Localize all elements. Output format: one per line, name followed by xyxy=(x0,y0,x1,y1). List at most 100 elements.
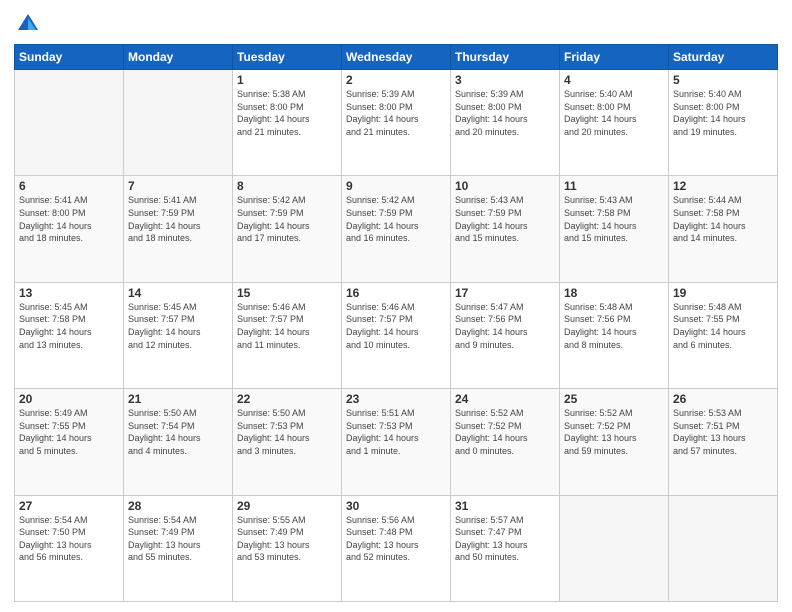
day-number: 15 xyxy=(237,286,337,300)
day-number: 8 xyxy=(237,179,337,193)
day-number: 18 xyxy=(564,286,664,300)
day-number: 13 xyxy=(19,286,119,300)
day-number: 23 xyxy=(346,392,446,406)
calendar-header-saturday: Saturday xyxy=(669,45,778,70)
calendar-cell xyxy=(15,70,124,176)
day-info: Sunrise: 5:39 AM Sunset: 8:00 PM Dayligh… xyxy=(455,88,555,138)
calendar-cell: 30Sunrise: 5:56 AM Sunset: 7:48 PM Dayli… xyxy=(342,495,451,601)
calendar-cell: 25Sunrise: 5:52 AM Sunset: 7:52 PM Dayli… xyxy=(560,389,669,495)
day-info: Sunrise: 5:38 AM Sunset: 8:00 PM Dayligh… xyxy=(237,88,337,138)
calendar-cell: 23Sunrise: 5:51 AM Sunset: 7:53 PM Dayli… xyxy=(342,389,451,495)
day-info: Sunrise: 5:56 AM Sunset: 7:48 PM Dayligh… xyxy=(346,514,446,564)
header xyxy=(14,10,778,38)
calendar-week-1: 1Sunrise: 5:38 AM Sunset: 8:00 PM Daylig… xyxy=(15,70,778,176)
day-number: 22 xyxy=(237,392,337,406)
day-number: 14 xyxy=(128,286,228,300)
calendar-cell: 24Sunrise: 5:52 AM Sunset: 7:52 PM Dayli… xyxy=(451,389,560,495)
day-number: 31 xyxy=(455,499,555,513)
day-info: Sunrise: 5:48 AM Sunset: 7:56 PM Dayligh… xyxy=(564,301,664,351)
calendar-cell: 15Sunrise: 5:46 AM Sunset: 7:57 PM Dayli… xyxy=(233,282,342,388)
day-number: 30 xyxy=(346,499,446,513)
calendar-cell: 19Sunrise: 5:48 AM Sunset: 7:55 PM Dayli… xyxy=(669,282,778,388)
calendar-cell: 3Sunrise: 5:39 AM Sunset: 8:00 PM Daylig… xyxy=(451,70,560,176)
day-info: Sunrise: 5:40 AM Sunset: 8:00 PM Dayligh… xyxy=(564,88,664,138)
day-number: 21 xyxy=(128,392,228,406)
calendar-cell: 20Sunrise: 5:49 AM Sunset: 7:55 PM Dayli… xyxy=(15,389,124,495)
calendar-cell: 4Sunrise: 5:40 AM Sunset: 8:00 PM Daylig… xyxy=(560,70,669,176)
day-info: Sunrise: 5:55 AM Sunset: 7:49 PM Dayligh… xyxy=(237,514,337,564)
calendar-cell: 17Sunrise: 5:47 AM Sunset: 7:56 PM Dayli… xyxy=(451,282,560,388)
calendar-cell: 2Sunrise: 5:39 AM Sunset: 8:00 PM Daylig… xyxy=(342,70,451,176)
day-info: Sunrise: 5:43 AM Sunset: 7:59 PM Dayligh… xyxy=(455,194,555,244)
calendar-week-3: 13Sunrise: 5:45 AM Sunset: 7:58 PM Dayli… xyxy=(15,282,778,388)
calendar-cell: 13Sunrise: 5:45 AM Sunset: 7:58 PM Dayli… xyxy=(15,282,124,388)
calendar-cell xyxy=(124,70,233,176)
day-number: 3 xyxy=(455,73,555,87)
calendar-header-row: SundayMondayTuesdayWednesdayThursdayFrid… xyxy=(15,45,778,70)
day-info: Sunrise: 5:52 AM Sunset: 7:52 PM Dayligh… xyxy=(564,407,664,457)
day-info: Sunrise: 5:42 AM Sunset: 7:59 PM Dayligh… xyxy=(346,194,446,244)
day-info: Sunrise: 5:46 AM Sunset: 7:57 PM Dayligh… xyxy=(237,301,337,351)
day-info: Sunrise: 5:40 AM Sunset: 8:00 PM Dayligh… xyxy=(673,88,773,138)
calendar-header-friday: Friday xyxy=(560,45,669,70)
day-number: 11 xyxy=(564,179,664,193)
day-number: 25 xyxy=(564,392,664,406)
calendar-cell xyxy=(669,495,778,601)
day-number: 19 xyxy=(673,286,773,300)
calendar-cell: 12Sunrise: 5:44 AM Sunset: 7:58 PM Dayli… xyxy=(669,176,778,282)
day-number: 12 xyxy=(673,179,773,193)
calendar-cell: 16Sunrise: 5:46 AM Sunset: 7:57 PM Dayli… xyxy=(342,282,451,388)
day-number: 28 xyxy=(128,499,228,513)
calendar-cell: 31Sunrise: 5:57 AM Sunset: 7:47 PM Dayli… xyxy=(451,495,560,601)
page: SundayMondayTuesdayWednesdayThursdayFrid… xyxy=(0,0,792,612)
day-number: 24 xyxy=(455,392,555,406)
day-info: Sunrise: 5:57 AM Sunset: 7:47 PM Dayligh… xyxy=(455,514,555,564)
day-info: Sunrise: 5:54 AM Sunset: 7:49 PM Dayligh… xyxy=(128,514,228,564)
day-number: 2 xyxy=(346,73,446,87)
day-number: 26 xyxy=(673,392,773,406)
calendar-cell: 5Sunrise: 5:40 AM Sunset: 8:00 PM Daylig… xyxy=(669,70,778,176)
calendar-table: SundayMondayTuesdayWednesdayThursdayFrid… xyxy=(14,44,778,602)
calendar-cell: 26Sunrise: 5:53 AM Sunset: 7:51 PM Dayli… xyxy=(669,389,778,495)
day-info: Sunrise: 5:51 AM Sunset: 7:53 PM Dayligh… xyxy=(346,407,446,457)
day-number: 17 xyxy=(455,286,555,300)
day-info: Sunrise: 5:39 AM Sunset: 8:00 PM Dayligh… xyxy=(346,88,446,138)
calendar-week-4: 20Sunrise: 5:49 AM Sunset: 7:55 PM Dayli… xyxy=(15,389,778,495)
calendar-header-monday: Monday xyxy=(124,45,233,70)
day-number: 27 xyxy=(19,499,119,513)
calendar-cell: 10Sunrise: 5:43 AM Sunset: 7:59 PM Dayli… xyxy=(451,176,560,282)
day-number: 4 xyxy=(564,73,664,87)
calendar-cell: 7Sunrise: 5:41 AM Sunset: 7:59 PM Daylig… xyxy=(124,176,233,282)
day-number: 5 xyxy=(673,73,773,87)
day-number: 7 xyxy=(128,179,228,193)
day-number: 1 xyxy=(237,73,337,87)
day-info: Sunrise: 5:48 AM Sunset: 7:55 PM Dayligh… xyxy=(673,301,773,351)
calendar-cell xyxy=(560,495,669,601)
calendar-header-thursday: Thursday xyxy=(451,45,560,70)
day-info: Sunrise: 5:42 AM Sunset: 7:59 PM Dayligh… xyxy=(237,194,337,244)
calendar-cell: 11Sunrise: 5:43 AM Sunset: 7:58 PM Dayli… xyxy=(560,176,669,282)
calendar-cell: 8Sunrise: 5:42 AM Sunset: 7:59 PM Daylig… xyxy=(233,176,342,282)
day-number: 20 xyxy=(19,392,119,406)
day-info: Sunrise: 5:41 AM Sunset: 7:59 PM Dayligh… xyxy=(128,194,228,244)
calendar-cell: 18Sunrise: 5:48 AM Sunset: 7:56 PM Dayli… xyxy=(560,282,669,388)
calendar-week-2: 6Sunrise: 5:41 AM Sunset: 8:00 PM Daylig… xyxy=(15,176,778,282)
day-info: Sunrise: 5:41 AM Sunset: 8:00 PM Dayligh… xyxy=(19,194,119,244)
day-info: Sunrise: 5:53 AM Sunset: 7:51 PM Dayligh… xyxy=(673,407,773,457)
calendar-cell: 28Sunrise: 5:54 AM Sunset: 7:49 PM Dayli… xyxy=(124,495,233,601)
day-number: 10 xyxy=(455,179,555,193)
logo xyxy=(14,10,46,38)
calendar-cell: 9Sunrise: 5:42 AM Sunset: 7:59 PM Daylig… xyxy=(342,176,451,282)
day-info: Sunrise: 5:43 AM Sunset: 7:58 PM Dayligh… xyxy=(564,194,664,244)
day-info: Sunrise: 5:45 AM Sunset: 7:58 PM Dayligh… xyxy=(19,301,119,351)
day-info: Sunrise: 5:44 AM Sunset: 7:58 PM Dayligh… xyxy=(673,194,773,244)
calendar-cell: 1Sunrise: 5:38 AM Sunset: 8:00 PM Daylig… xyxy=(233,70,342,176)
day-info: Sunrise: 5:52 AM Sunset: 7:52 PM Dayligh… xyxy=(455,407,555,457)
calendar-cell: 22Sunrise: 5:50 AM Sunset: 7:53 PM Dayli… xyxy=(233,389,342,495)
calendar-cell: 21Sunrise: 5:50 AM Sunset: 7:54 PM Dayli… xyxy=(124,389,233,495)
calendar-cell: 6Sunrise: 5:41 AM Sunset: 8:00 PM Daylig… xyxy=(15,176,124,282)
calendar-header-sunday: Sunday xyxy=(15,45,124,70)
day-number: 16 xyxy=(346,286,446,300)
calendar-header-wednesday: Wednesday xyxy=(342,45,451,70)
day-info: Sunrise: 5:46 AM Sunset: 7:57 PM Dayligh… xyxy=(346,301,446,351)
